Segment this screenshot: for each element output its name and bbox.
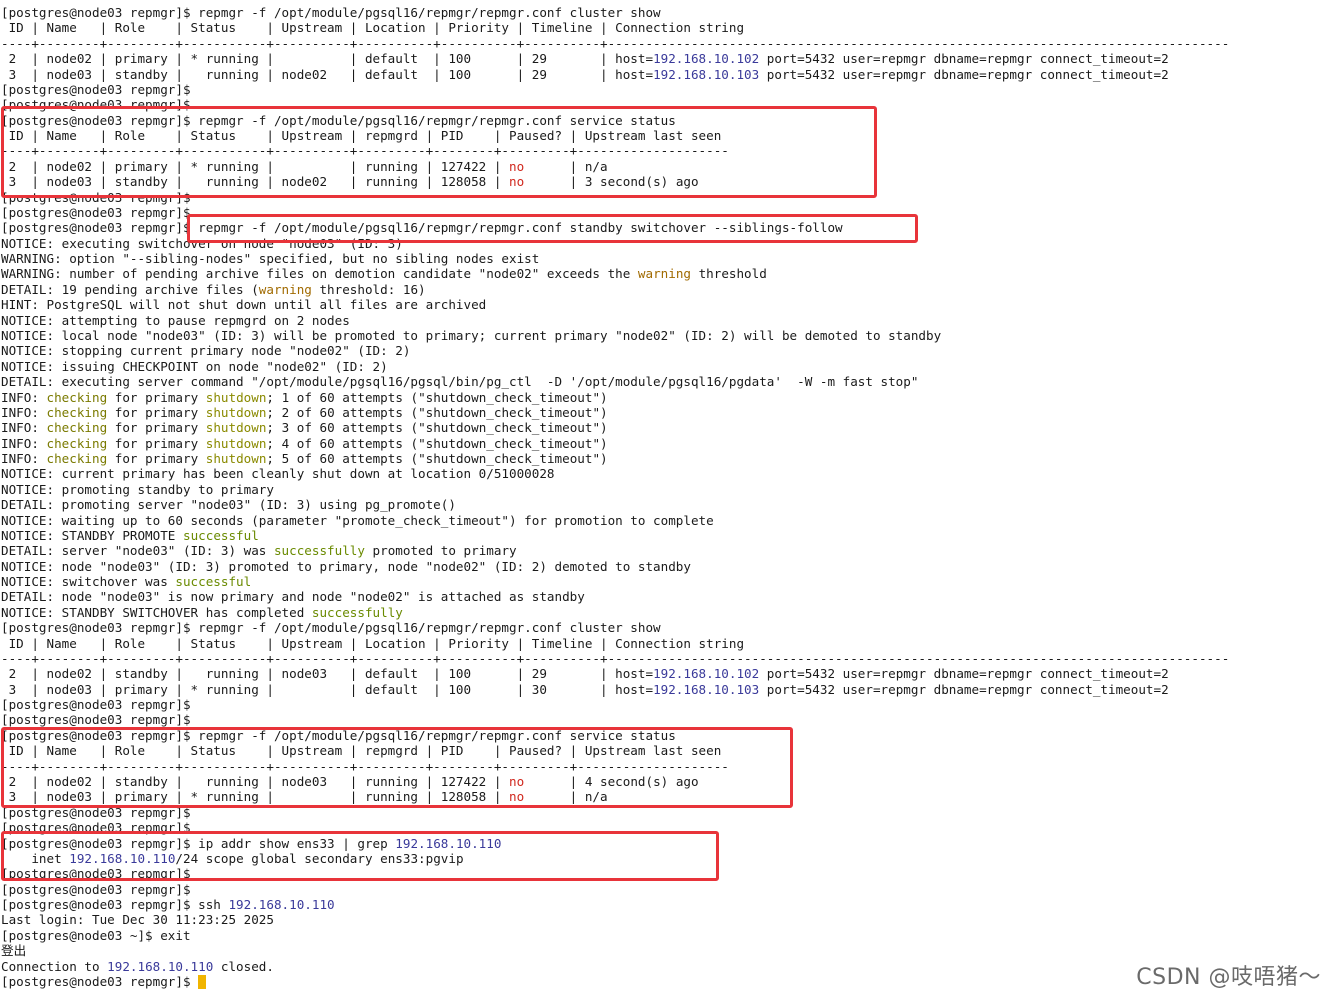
- terminal-line: INFO: checking for primary shutdown; 4 o…: [1, 435, 608, 451]
- terminal-line: 2 | node02 | primary | * running | | def…: [1, 51, 1169, 67]
- terminal-line: [postgres@node03 repmgr]$ repmgr -f /opt…: [1, 620, 661, 636]
- terminal-line: INFO: checking for primary shutdown; 3 o…: [1, 420, 608, 436]
- terminal-line: NOTICE: node "node03" (ID: 3) promoted t…: [1, 558, 691, 574]
- highlight-box-switchover-command: [187, 214, 918, 243]
- terminal-line: ID | Name | Role | Status | Upstream | L…: [1, 635, 745, 651]
- terminal-line: 3 | node03 | standby | running | node02 …: [1, 66, 1169, 82]
- terminal-line: NOTICE: waiting up to 60 seconds (parame…: [1, 512, 714, 528]
- terminal-line: DETAIL: 19 pending archive files (warnin…: [1, 281, 426, 297]
- terminal-line: DETAIL: server "node03" (ID: 3) was succ…: [1, 543, 517, 559]
- terminal-line: NOTICE: local node "node03" (ID: 3) will…: [1, 327, 942, 343]
- terminal-line: [postgres@node03 repmgr]$ repmgr -f /opt…: [1, 5, 661, 20]
- terminal-line: HINT: PostgreSQL will not shut down unti…: [1, 297, 487, 313]
- terminal-line: 3 | node03 | primary | * running | | def…: [1, 681, 1169, 697]
- terminal-line: INFO: checking for primary shutdown; 1 o…: [1, 389, 608, 405]
- terminal-line: [postgres@node03 ~]$ exit: [1, 927, 191, 943]
- terminal-line: NOTICE: switchover was successful: [1, 574, 252, 590]
- terminal-line: INFO: checking for primary shutdown; 5 o…: [1, 451, 608, 467]
- terminal-line: Connection to 192.168.10.110 closed.: [1, 958, 274, 974]
- terminal-line: [postgres@node03 repmgr]$: [0, 974, 207, 990]
- terminal-line: [postgres@node03 repmgr]$: [1, 204, 191, 220]
- highlight-box-vip-check: [1, 831, 719, 881]
- terminal-line: NOTICE: promoting standby to primary: [1, 481, 274, 497]
- terminal-line: [postgres@node03 repmgr]$ ssh 192.168.10…: [1, 897, 335, 913]
- terminal-line: 2 | node02 | standby | running | node03 …: [1, 666, 1169, 682]
- terminal-line: [postgres@node03 repmgr]$: [1, 881, 191, 897]
- terminal-line: NOTICE: current primary has been cleanly…: [1, 466, 555, 482]
- terminal-line: [postgres@node03 repmgr]$: [1, 712, 191, 728]
- highlight-box-service-status-before: [1, 106, 877, 198]
- terminal-line: NOTICE: STANDBY PROMOTE successful: [1, 527, 259, 543]
- terminal-line: DETAIL: promoting server "node03" (ID: 3…: [1, 497, 456, 513]
- watermark: CSDN @吱唔猪～: [1136, 965, 1321, 990]
- terminal-line: ID | Name | Role | Status | Upstream | L…: [1, 20, 745, 36]
- terminal-line: WARNING: number of pending archive files…: [1, 266, 767, 282]
- terminal-line: DETAIL: node "node03" is now primary and…: [1, 589, 585, 605]
- terminal-line: [postgres@node03 repmgr]$: [1, 697, 191, 713]
- terminal-line: INFO: checking for primary shutdown; 2 o…: [1, 404, 608, 420]
- highlight-box-service-status-after: [1, 727, 793, 808]
- terminal-line: ----+--------+---------+-----------+----…: [1, 650, 1230, 666]
- terminal-line: NOTICE: issuing CHECKPOINT on node "node…: [1, 358, 388, 374]
- terminal-line: NOTICE: STANDBY SWITCHOVER has completed…: [1, 604, 403, 620]
- terminal-line: [postgres@node03 repmgr]$: [1, 81, 191, 97]
- cursor: [198, 975, 207, 990]
- terminal-line: DETAIL: executing server command "/opt/m…: [1, 374, 919, 390]
- terminal-line: Last login: Tue Dec 30 11:23:25 2025: [1, 912, 274, 928]
- terminal-line: NOTICE: attempting to pause repmgrd on 2…: [1, 312, 350, 328]
- terminal-line: ----+--------+---------+-----------+----…: [1, 35, 1230, 51]
- terminal-line: WARNING: option "--sibling-nodes" specif…: [1, 251, 540, 267]
- terminal-line: 登出: [1, 943, 27, 959]
- terminal-line: NOTICE: stopping current primary node "n…: [1, 343, 411, 359]
